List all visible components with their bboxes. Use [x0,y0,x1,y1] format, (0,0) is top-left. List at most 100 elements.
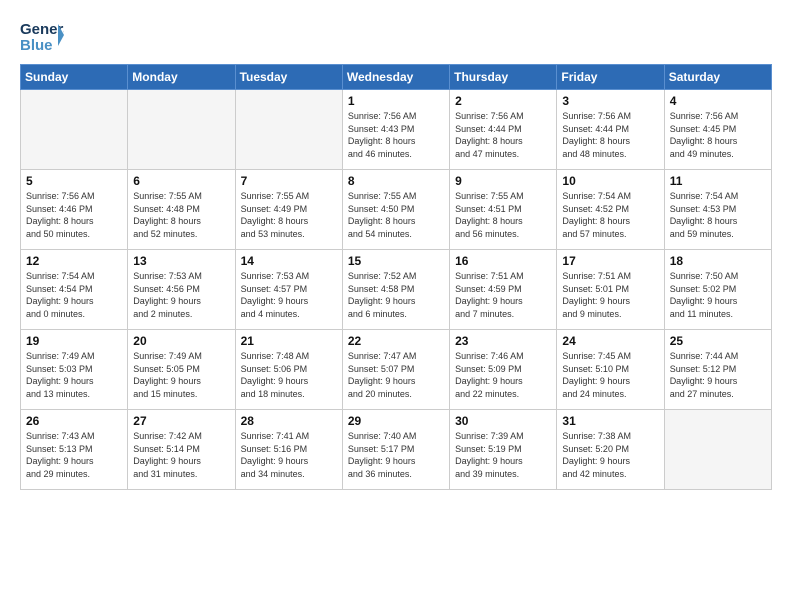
day-cell: 30 Sunrise: 7:39 AM Sunset: 5:19 PM Dayli… [450,410,557,490]
day-cell: 4Sunrise: 7:56 AM Sunset: 4:45 PM Daylig… [664,90,771,170]
day-cell: 1 Sunrise: 7:56 AM Sunset: 4:43 PM Daylig… [342,90,449,170]
logo: General Blue [20,16,64,54]
day-cell: 17 Sunrise: 7:51 AM Sunset: 5:01 PM Dayli… [557,250,664,330]
day-info: Sunrise: 7:46 AM Sunset: 5:09 PM Dayligh… [455,350,551,400]
week-row-5: 26Sunrise: 7:43 AM Sunset: 5:13 PM Dayli… [21,410,772,490]
day-number: 11 [670,174,766,188]
day-number: 31 [562,414,658,428]
day-info: Sunrise: 7:54 AM Sunset: 4:53 PM Dayligh… [670,190,766,240]
day-info: Sunrise: 7:49 AM Sunset: 5:05 PM Dayligh… [133,350,229,400]
day-number: 2 [455,94,551,108]
day-number: 29 [348,414,444,428]
day-cell: 12 Sunrise: 7:54 AM Sunset: 4:54 PM Dayli… [21,250,128,330]
day-number: 24 [562,334,658,348]
day-number: 28 [241,414,337,428]
logo-svg: General Blue [20,16,64,54]
day-cell: 25 Sunrise: 7:44 AM Sunset: 5:12 PM Dayli… [664,330,771,410]
day-info: Sunrise: 7:41 AM Sunset: 5:16 PM Dayligh… [241,430,337,480]
day-number: 19 [26,334,122,348]
day-info: Sunrise: 7:43 AM Sunset: 5:13 PM Dayligh… [26,430,122,480]
day-number: 20 [133,334,229,348]
weekday-header-row: SundayMondayTuesdayWednesdayThursdayFrid… [21,65,772,90]
day-number: 4 [670,94,766,108]
day-number: 23 [455,334,551,348]
day-cell [235,90,342,170]
day-info: Sunrise: 7:56 AM Sunset: 4:43 PM Dayligh… [348,110,444,160]
day-number: 25 [670,334,766,348]
svg-text:Blue: Blue [20,37,53,54]
weekday-header-saturday: Saturday [664,65,771,90]
day-cell: 8 Sunrise: 7:55 AM Sunset: 4:50 PM Daylig… [342,170,449,250]
day-info: Sunrise: 7:52 AM Sunset: 4:58 PM Dayligh… [348,270,444,320]
day-cell: 6 Sunrise: 7:55 AM Sunset: 4:48 PM Daylig… [128,170,235,250]
day-info: Sunrise: 7:55 AM Sunset: 4:50 PM Dayligh… [348,190,444,240]
day-info: Sunrise: 7:54 AM Sunset: 4:52 PM Dayligh… [562,190,658,240]
weekday-header-friday: Friday [557,65,664,90]
weekday-header-sunday: Sunday [21,65,128,90]
day-info: Sunrise: 7:48 AM Sunset: 5:06 PM Dayligh… [241,350,337,400]
day-number: 8 [348,174,444,188]
day-cell [21,90,128,170]
svg-text:General: General [20,21,64,38]
day-info: Sunrise: 7:54 AM Sunset: 4:54 PM Dayligh… [26,270,122,320]
weekday-header-tuesday: Tuesday [235,65,342,90]
day-cell: 24 Sunrise: 7:45 AM Sunset: 5:10 PM Dayli… [557,330,664,410]
day-info: Sunrise: 7:39 AM Sunset: 5:19 PM Dayligh… [455,430,551,480]
day-cell: 13 Sunrise: 7:53 AM Sunset: 4:56 PM Dayli… [128,250,235,330]
day-info: Sunrise: 7:44 AM Sunset: 5:12 PM Dayligh… [670,350,766,400]
header: General Blue [20,16,772,54]
day-info: Sunrise: 7:38 AM Sunset: 5:20 PM Dayligh… [562,430,658,480]
day-number: 15 [348,254,444,268]
day-info: Sunrise: 7:45 AM Sunset: 5:10 PM Dayligh… [562,350,658,400]
day-number: 7 [241,174,337,188]
day-cell: 21 Sunrise: 7:48 AM Sunset: 5:06 PM Dayli… [235,330,342,410]
day-info: Sunrise: 7:42 AM Sunset: 5:14 PM Dayligh… [133,430,229,480]
day-number: 6 [133,174,229,188]
day-info: Sunrise: 7:50 AM Sunset: 5:02 PM Dayligh… [670,270,766,320]
day-info: Sunrise: 7:56 AM Sunset: 4:44 PM Dayligh… [562,110,658,160]
week-row-2: 5 Sunrise: 7:56 AM Sunset: 4:46 PM Daylig… [21,170,772,250]
day-cell: 16Sunrise: 7:51 AM Sunset: 4:59 PM Dayli… [450,250,557,330]
day-cell [664,410,771,490]
day-number: 27 [133,414,229,428]
day-number: 5 [26,174,122,188]
day-number: 10 [562,174,658,188]
day-number: 13 [133,254,229,268]
day-number: 17 [562,254,658,268]
day-cell: 2Sunrise: 7:56 AM Sunset: 4:44 PM Daylig… [450,90,557,170]
day-cell: 29 Sunrise: 7:40 AM Sunset: 5:17 PM Dayli… [342,410,449,490]
week-row-4: 19 Sunrise: 7:49 AM Sunset: 5:03 PM Dayli… [21,330,772,410]
week-row-3: 12 Sunrise: 7:54 AM Sunset: 4:54 PM Dayli… [21,250,772,330]
day-number: 18 [670,254,766,268]
day-number: 21 [241,334,337,348]
calendar-table: SundayMondayTuesdayWednesdayThursdayFrid… [20,64,772,490]
day-info: Sunrise: 7:51 AM Sunset: 5:01 PM Dayligh… [562,270,658,320]
day-cell: 14 Sunrise: 7:53 AM Sunset: 4:57 PM Dayli… [235,250,342,330]
day-info: Sunrise: 7:55 AM Sunset: 4:48 PM Dayligh… [133,190,229,240]
day-cell: 19 Sunrise: 7:49 AM Sunset: 5:03 PM Dayli… [21,330,128,410]
day-info: Sunrise: 7:56 AM Sunset: 4:46 PM Dayligh… [26,190,122,240]
day-cell: 31 Sunrise: 7:38 AM Sunset: 5:20 PM Dayli… [557,410,664,490]
day-cell: 23 Sunrise: 7:46 AM Sunset: 5:09 PM Dayli… [450,330,557,410]
day-number: 1 [348,94,444,108]
day-info: Sunrise: 7:40 AM Sunset: 5:17 PM Dayligh… [348,430,444,480]
day-info: Sunrise: 7:49 AM Sunset: 5:03 PM Dayligh… [26,350,122,400]
day-cell: 22Sunrise: 7:47 AM Sunset: 5:07 PM Dayli… [342,330,449,410]
day-cell: 11 Sunrise: 7:54 AM Sunset: 4:53 PM Dayli… [664,170,771,250]
week-row-1: 1 Sunrise: 7:56 AM Sunset: 4:43 PM Daylig… [21,90,772,170]
day-cell: 26Sunrise: 7:43 AM Sunset: 5:13 PM Dayli… [21,410,128,490]
day-cell: 3Sunrise: 7:56 AM Sunset: 4:44 PM Daylig… [557,90,664,170]
day-info: Sunrise: 7:55 AM Sunset: 4:51 PM Dayligh… [455,190,551,240]
day-number: 12 [26,254,122,268]
day-info: Sunrise: 7:53 AM Sunset: 4:57 PM Dayligh… [241,270,337,320]
day-cell [128,90,235,170]
day-number: 14 [241,254,337,268]
day-cell: 18 Sunrise: 7:50 AM Sunset: 5:02 PM Dayli… [664,250,771,330]
calendar-page: General Blue SundayMondayTuesdayWednesda… [0,0,792,612]
day-cell: 28 Sunrise: 7:41 AM Sunset: 5:16 PM Dayli… [235,410,342,490]
weekday-header-monday: Monday [128,65,235,90]
day-info: Sunrise: 7:53 AM Sunset: 4:56 PM Dayligh… [133,270,229,320]
day-cell: 10 Sunrise: 7:54 AM Sunset: 4:52 PM Dayli… [557,170,664,250]
day-number: 30 [455,414,551,428]
day-cell: 7Sunrise: 7:55 AM Sunset: 4:49 PM Daylig… [235,170,342,250]
